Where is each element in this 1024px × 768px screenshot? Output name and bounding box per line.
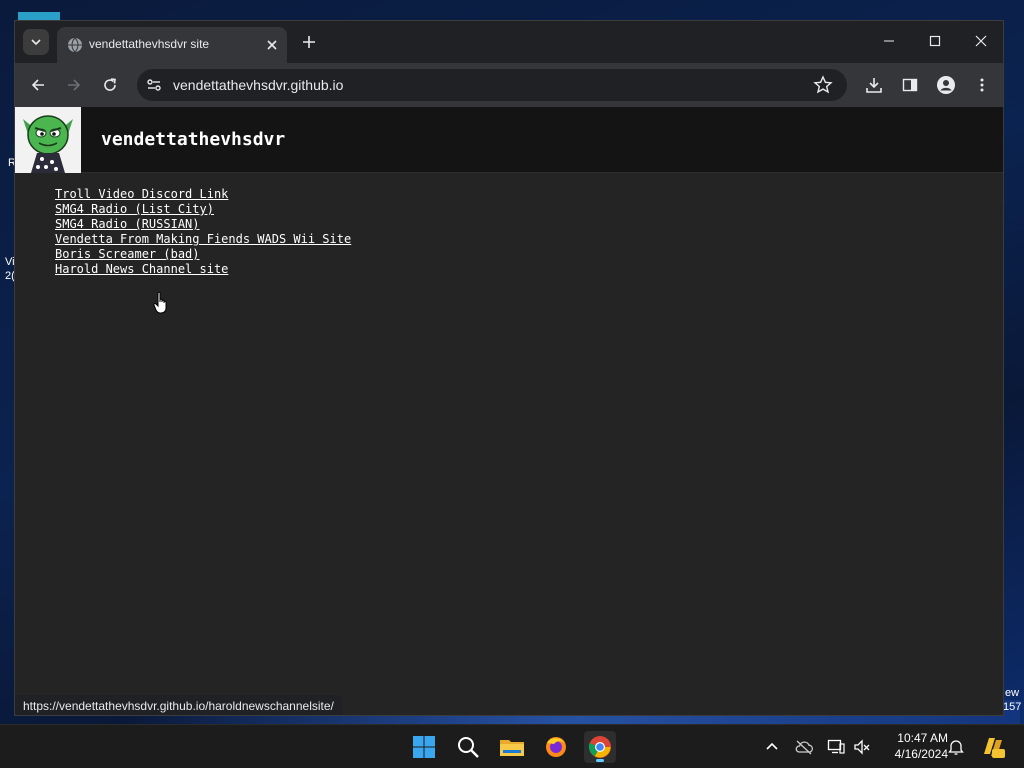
desktop-label-fragment: ew [1005,687,1020,699]
page-viewport: vendettathevhsdvr Troll Video Discord Li… [15,107,1003,715]
cloud-offline-icon [795,740,813,755]
file-explorer-button[interactable] [496,731,528,763]
desktop-label-fragment: 157 [1003,701,1022,713]
site-title: vendettathevhsdvr [101,129,286,150]
volume-muted-icon [854,739,870,755]
link-troll-video-discord[interactable]: Troll Video Discord Link [55,187,351,202]
taskbar-clock[interactable]: 10:47 AM 4/16/2024 [880,730,948,762]
file-explorer-icon [500,740,524,756]
link-boris-screamer[interactable]: Boris Screamer (bad) [55,247,351,262]
bell-icon [948,740,964,755]
download-icon [866,78,882,93]
site-settings-icon[interactable] [145,76,163,94]
active-app-indicator [596,759,604,762]
windows-start-icon [413,736,435,758]
reload-button[interactable] [99,74,121,96]
bookmark-star-icon[interactable] [813,75,833,95]
maximize-icon [929,35,941,47]
link-harold-news-channel[interactable]: Harold News Channel site [55,262,351,277]
close-icon[interactable] [263,36,281,54]
maximize-button[interactable] [917,29,953,53]
browser-toolbar: vendettathevhsdvr.github.io [15,63,1003,107]
green-creature-avatar-icon [15,107,81,173]
chevron-up-icon [766,742,778,750]
search-button[interactable] [452,731,484,763]
tab-search-button[interactable] [23,29,49,55]
chevron-down-icon [31,39,41,46]
reload-icon [104,78,116,91]
downloads-button[interactable] [863,74,885,96]
chrome-button[interactable] [584,731,616,763]
browser-window: vendettathevhsdvr site vendettathevhsdvr… [14,20,1004,716]
copilot-icon [984,738,1005,758]
more-vert-icon [980,78,984,92]
volume-button[interactable] [852,737,872,757]
tab-active[interactable]: vendettathevhsdvr site [57,27,287,63]
tab-strip: vendettathevhsdvr site [15,21,1003,63]
menu-button[interactable] [971,74,993,96]
firefox-icon [546,737,566,757]
arrow-right-icon [68,79,81,91]
forward-button[interactable] [63,74,85,96]
network-button[interactable] [826,737,846,757]
side-panel-button[interactable] [899,74,921,96]
minimize-icon [884,40,894,42]
search-icon [458,737,479,758]
hand-cursor-icon [153,291,167,314]
link-vendetta-wads-wii-site[interactable]: Vendetta From Making Fiends WADS Wii Sit… [55,232,351,247]
tab-title: vendettathevhsdvr site [89,37,210,51]
address-url: vendettathevhsdvr.github.io [173,77,344,93]
clock-time: 10:47 AM [897,731,948,745]
link-smg4-radio-list-city[interactable]: SMG4 Radio (List City) [55,202,351,217]
close-window-button[interactable] [963,29,999,53]
link-list: Troll Video Discord Link SMG4 Radio (Lis… [55,187,351,277]
site-header: vendettathevhsdvr [15,107,1003,173]
chrome-icon [588,736,611,758]
taskbar: 10:47 AM 4/16/2024 [0,724,1024,768]
link-smg4-radio-russian[interactable]: SMG4 Radio (RUSSIAN) [55,217,351,232]
clock-date: 4/16/2024 [894,747,948,761]
minimize-button[interactable] [871,29,907,53]
profile-icon [937,76,955,94]
onedrive-button[interactable] [794,737,814,757]
status-bar-url: https://vendettathevhsdvr.github.io/haro… [15,695,342,715]
back-button[interactable] [27,74,49,96]
start-button[interactable] [408,731,440,763]
arrow-left-icon [31,79,44,91]
avatar [15,107,81,173]
profile-button[interactable] [935,74,957,96]
new-tab-icon[interactable] [299,32,319,52]
firefox-button[interactable] [540,731,572,763]
close-icon [975,35,987,47]
network-icon [827,739,845,754]
globe-icon [68,37,82,53]
address-bar[interactable]: vendettathevhsdvr.github.io [137,69,847,101]
copilot-button[interactable] [980,734,1006,760]
side-panel-icon [902,78,918,92]
show-hidden-icons-button[interactable] [762,737,782,757]
notifications-button[interactable] [946,737,966,757]
